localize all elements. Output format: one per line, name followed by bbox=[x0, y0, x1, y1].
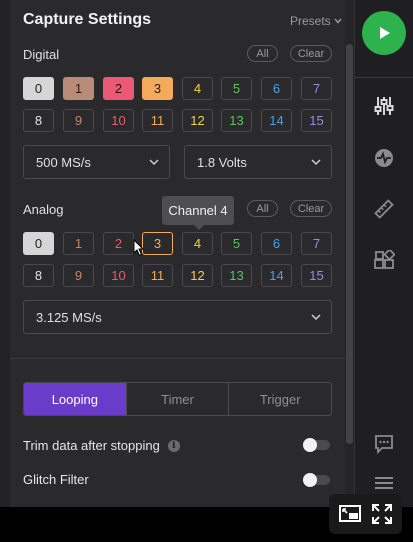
analog-channel-7[interactable]: 7 bbox=[301, 232, 332, 255]
digital-sample-rate-value: 500 MS/s bbox=[36, 154, 91, 170]
pip-controls bbox=[329, 494, 402, 534]
glitch-label: Glitch Filter bbox=[23, 472, 89, 487]
glitch-option: Glitch Filter bbox=[23, 472, 89, 487]
capture-settings-panel bbox=[10, 0, 345, 507]
tab-timer[interactable]: Timer bbox=[125, 383, 229, 415]
analog-channel-5[interactable]: 5 bbox=[221, 232, 252, 255]
sidebar-divider bbox=[355, 77, 413, 78]
digital-channel-9[interactable]: 9 bbox=[63, 109, 94, 132]
left-edge bbox=[0, 0, 10, 507]
chevron-down-icon bbox=[149, 159, 159, 166]
app-window: Capture Settings Presets Digital All Cle… bbox=[0, 0, 413, 507]
chevron-down-icon bbox=[311, 159, 321, 166]
digital-label: Digital bbox=[23, 47, 60, 62]
analog-channel-6[interactable]: 6 bbox=[261, 232, 292, 255]
analog-all-button[interactable]: All bbox=[247, 200, 278, 217]
start-capture-button[interactable] bbox=[362, 11, 406, 55]
analog-channel-8[interactable]: 8 bbox=[23, 264, 54, 287]
digital-channel-0[interactable]: 0 bbox=[23, 77, 54, 100]
right-sidebar bbox=[354, 0, 413, 507]
voltage-select[interactable]: 1.8 Volts bbox=[184, 145, 332, 179]
tooltip-tail bbox=[194, 225, 204, 230]
play-icon bbox=[380, 27, 390, 39]
digital-channel-3[interactable]: 3 bbox=[142, 77, 173, 100]
toggle-knob bbox=[303, 438, 317, 452]
analog-channel-13[interactable]: 13 bbox=[221, 264, 252, 287]
analog-channel-9[interactable]: 9 bbox=[63, 264, 94, 287]
chevron-down-icon bbox=[311, 314, 321, 321]
analog-channel-3[interactable]: 3 bbox=[142, 232, 173, 255]
tab-looping[interactable]: Looping bbox=[24, 383, 126, 415]
analog-channel-12[interactable]: 12 bbox=[182, 264, 213, 287]
presets-label: Presets bbox=[290, 14, 331, 28]
analog-sample-rate-select[interactable]: 3.125 MS/s bbox=[23, 300, 332, 334]
chevron-down-icon bbox=[334, 18, 342, 24]
trim-option: Trim data after stopping i bbox=[23, 438, 180, 453]
info-icon[interactable]: i bbox=[167, 439, 180, 452]
digital-channel-8[interactable]: 8 bbox=[23, 109, 54, 132]
analog-channel-10[interactable]: 10 bbox=[103, 264, 134, 287]
extensions-icon[interactable] bbox=[371, 248, 397, 274]
glitch-toggle[interactable] bbox=[303, 473, 330, 487]
analog-label: Analog bbox=[23, 202, 64, 217]
analog-channel-14[interactable]: 14 bbox=[261, 264, 292, 287]
capture-mode-tabs: Looping Timer Trigger bbox=[23, 382, 332, 416]
digital-channel-6[interactable]: 6 bbox=[261, 77, 292, 100]
analog-sample-rate-value: 3.125 MS/s bbox=[36, 309, 102, 325]
section-divider bbox=[10, 358, 345, 359]
analog-clear-button[interactable]: Clear bbox=[290, 200, 332, 217]
digital-channel-5[interactable]: 5 bbox=[221, 77, 252, 100]
channel-tooltip: Channel 4 bbox=[162, 196, 234, 225]
analog-channel-2[interactable]: 2 bbox=[103, 232, 134, 255]
trim-toggle[interactable] bbox=[303, 438, 330, 452]
voltage-value: 1.8 Volts bbox=[197, 154, 247, 170]
mouse-cursor-icon bbox=[133, 239, 145, 257]
menu-icon[interactable] bbox=[371, 470, 397, 496]
chat-icon[interactable] bbox=[371, 431, 397, 457]
presets-dropdown[interactable]: Presets bbox=[290, 14, 342, 28]
picture-in-picture-icon[interactable] bbox=[338, 503, 362, 525]
fullscreen-icon[interactable] bbox=[371, 503, 393, 525]
digital-sample-rate-select[interactable]: 500 MS/s bbox=[23, 145, 170, 179]
trim-label: Trim data after stopping bbox=[23, 438, 160, 453]
analog-channel-4[interactable]: 4 bbox=[182, 232, 213, 255]
scrollbar-thumb[interactable] bbox=[346, 44, 353, 444]
digital-channel-11[interactable]: 11 bbox=[142, 109, 173, 132]
digital-all-button[interactable]: All bbox=[247, 45, 278, 62]
ruler-icon[interactable] bbox=[371, 196, 397, 222]
digital-clear-button[interactable]: Clear bbox=[290, 45, 332, 62]
digital-channel-14[interactable]: 14 bbox=[261, 109, 292, 132]
sliders-icon[interactable] bbox=[371, 93, 397, 119]
digital-channel-2[interactable]: 2 bbox=[103, 77, 134, 100]
tab-trigger[interactable]: Trigger bbox=[228, 383, 331, 415]
digital-channel-13[interactable]: 13 bbox=[221, 109, 252, 132]
panel-scrollbar[interactable] bbox=[345, 0, 354, 507]
analyzer-icon[interactable] bbox=[371, 145, 397, 171]
analog-channel-0[interactable]: 0 bbox=[23, 232, 54, 255]
analog-channel-1[interactable]: 1 bbox=[63, 232, 94, 255]
digital-channel-7[interactable]: 7 bbox=[301, 77, 332, 100]
panel-title: Capture Settings bbox=[23, 11, 152, 28]
digital-channel-10[interactable]: 10 bbox=[103, 109, 134, 132]
analog-channel-15[interactable]: 15 bbox=[301, 264, 332, 287]
toggle-knob bbox=[303, 473, 317, 487]
digital-channel-1[interactable]: 1 bbox=[63, 77, 94, 100]
analog-channel-11[interactable]: 11 bbox=[142, 264, 173, 287]
digital-channel-4[interactable]: 4 bbox=[182, 77, 213, 100]
digital-channel-12[interactable]: 12 bbox=[182, 109, 213, 132]
digital-channel-15[interactable]: 15 bbox=[301, 109, 332, 132]
